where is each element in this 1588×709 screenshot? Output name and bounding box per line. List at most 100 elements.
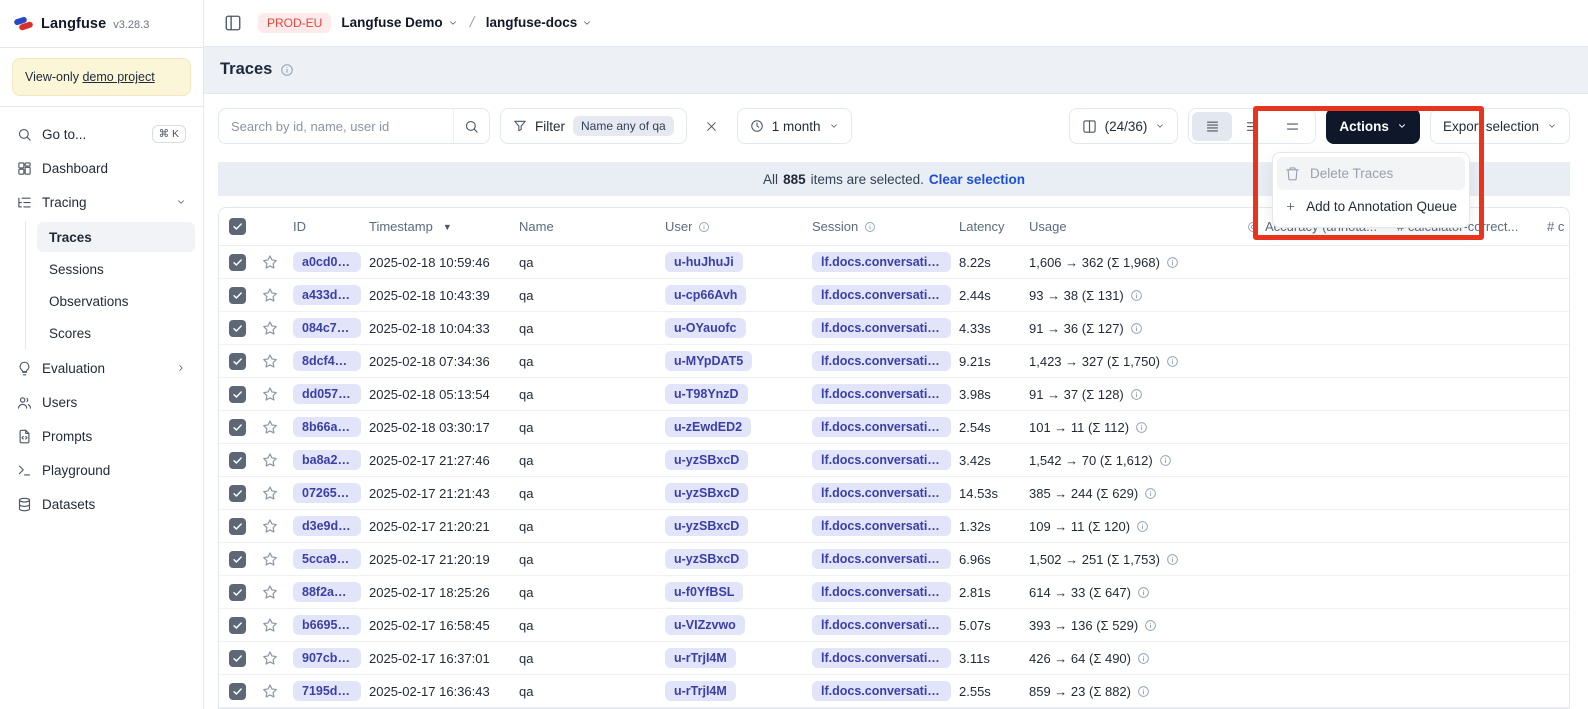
row-checkbox[interactable] (229, 320, 246, 337)
star-icon[interactable] (262, 518, 278, 534)
table-row[interactable]: 8b66a34... 2025-02-18 03:30:17 qa u-zEwd… (219, 411, 1569, 444)
star-icon[interactable] (262, 584, 278, 600)
trace-id-badge[interactable]: 084c739... (293, 318, 361, 338)
header-usage[interactable]: Usage (1025, 219, 1243, 234)
row-checkbox[interactable] (229, 452, 246, 469)
row-star-cell[interactable] (256, 386, 289, 402)
session-badge[interactable]: lf.docs.conversation... (812, 252, 951, 272)
session-badge[interactable]: lf.docs.conversation... (812, 549, 951, 569)
trace-id-badge[interactable]: a0cd0d9... (293, 252, 361, 272)
session-badge[interactable]: lf.docs.conversation... (812, 417, 951, 437)
sidebar-item-sessions[interactable]: Sessions (37, 254, 195, 284)
trace-id-badge[interactable]: a433de51... (293, 285, 361, 305)
row-star-cell[interactable] (256, 353, 289, 369)
trace-id-badge[interactable]: 07265c7a... (293, 483, 361, 503)
sidebar-item-goto[interactable]: Go to... ⌘ K (8, 118, 195, 150)
row-checkbox[interactable] (229, 650, 246, 667)
trace-id-badge[interactable]: ba8a208f... (293, 450, 361, 470)
session-badge[interactable]: lf.docs.conversation... (812, 351, 951, 371)
table-row[interactable]: d3e9d1f2... 2025-02-17 21:20:21 qa u-yzS… (219, 510, 1569, 543)
row-checkbox[interactable] (229, 485, 246, 502)
table-row[interactable]: a433de51... 2025-02-18 10:43:39 qa u-cp6… (219, 279, 1569, 312)
row-star-cell[interactable] (256, 584, 289, 600)
sidebar-item-playground[interactable]: Playground (8, 454, 195, 486)
trace-id-badge[interactable]: dd05753... (293, 384, 361, 404)
trace-id-badge[interactable]: 8b66a34... (293, 417, 361, 437)
row-select-cell[interactable] (219, 518, 256, 535)
row-select-cell[interactable] (219, 485, 256, 502)
session-badge[interactable]: lf.docs.conversation... (812, 384, 951, 404)
table-row[interactable]: dd05753... 2025-02-18 05:13:54 qa u-T98Y… (219, 378, 1569, 411)
row-select-cell[interactable] (219, 254, 256, 271)
row-star-cell[interactable] (256, 320, 289, 336)
org-breadcrumb[interactable]: Langfuse Demo (341, 15, 457, 30)
row-star-cell[interactable] (256, 452, 289, 468)
sidebar-item-datasets[interactable]: Datasets (8, 488, 195, 520)
row-select-cell[interactable] (219, 287, 256, 304)
user-badge[interactable]: u-f0YfBSL (665, 582, 743, 602)
sidebar-item-prompts[interactable]: Prompts (8, 420, 195, 452)
user-badge[interactable]: u-cp66Avh (665, 285, 746, 305)
menu-item-delete-traces[interactable]: Delete Traces (1277, 157, 1465, 190)
row-select-cell[interactable] (219, 320, 256, 337)
row-checkbox[interactable] (229, 386, 246, 403)
table-row[interactable]: 8dcf4574... 2025-02-18 07:34:36 qa u-MYp… (219, 345, 1569, 378)
demo-project-link[interactable]: demo project (82, 70, 154, 84)
user-badge[interactable]: u-huJhuJi (665, 252, 743, 272)
sidebar-item-users[interactable]: Users (8, 386, 195, 418)
session-badge[interactable]: lf.docs.conversation... (812, 450, 951, 470)
row-select-cell[interactable] (219, 386, 256, 403)
star-icon[interactable] (262, 452, 278, 468)
row-star-cell[interactable] (256, 518, 289, 534)
row-checkbox[interactable] (229, 617, 246, 634)
header-user[interactable]: User (661, 219, 808, 234)
star-icon[interactable] (262, 353, 278, 369)
trace-id-badge[interactable]: 907cbf6e... (293, 648, 361, 668)
star-icon[interactable] (262, 551, 278, 567)
row-star-cell[interactable] (256, 551, 289, 567)
clear-selection-link[interactable]: Clear selection (929, 172, 1025, 187)
user-badge[interactable]: u-rTrjI4M (665, 648, 736, 668)
row-star-cell[interactable] (256, 254, 289, 270)
user-badge[interactable]: u-T98YnzD (665, 384, 748, 404)
row-select-cell[interactable] (219, 419, 256, 436)
row-checkbox[interactable] (229, 683, 246, 700)
session-badge[interactable]: lf.docs.conversation... (812, 285, 951, 305)
table-row[interactable]: 88f2a7b0... 2025-02-17 18:25:26 qa u-f0Y… (219, 576, 1569, 609)
trace-id-badge[interactable]: 7195d78e... (293, 681, 361, 701)
session-badge[interactable]: lf.docs.conversation... (812, 582, 951, 602)
table-row[interactable]: ba8a208f... 2025-02-17 21:27:46 qa u-yzS… (219, 444, 1569, 477)
star-icon[interactable] (262, 320, 278, 336)
row-star-cell[interactable] (256, 287, 289, 303)
header-timestamp[interactable]: Timestamp▼ (365, 219, 515, 234)
trace-id-badge[interactable]: b669529... (293, 615, 361, 635)
select-all-cell[interactable] (219, 218, 256, 235)
table-row[interactable]: 5cca9cf2... 2025-02-17 21:20:19 qa u-yzS… (219, 543, 1569, 576)
table-row[interactable]: a0cd0d9... 2025-02-18 10:59:46 qa u-huJh… (219, 246, 1569, 279)
table-row[interactable]: 7195d78e... 2025-02-17 16:36:43 qa u-rTr… (219, 675, 1569, 708)
sidebar-item-evaluation[interactable]: Evaluation (8, 352, 195, 384)
columns-button[interactable]: (24/36) (1069, 108, 1179, 144)
row-checkbox[interactable] (229, 287, 246, 304)
user-badge[interactable]: u-yzSBxcD (665, 450, 748, 470)
filter-button[interactable]: Filter Name any of qa (500, 108, 687, 144)
sidebar-item-traces[interactable]: Traces (37, 222, 195, 252)
user-badge[interactable]: u-yzSBxcD (665, 483, 748, 503)
table-row[interactable]: 07265c7a... 2025-02-17 21:21:43 qa u-yzS… (219, 477, 1569, 510)
row-select-cell[interactable] (219, 353, 256, 370)
star-icon[interactable] (262, 254, 278, 270)
row-height-medium-button[interactable] (1232, 112, 1272, 141)
search-submit-button[interactable] (453, 109, 489, 143)
menu-item-add-to-annotation-queue[interactable]: Add to Annotation Queue (1277, 190, 1465, 223)
sidebar-item-tracing[interactable]: Tracing (8, 186, 195, 218)
clear-filter-button[interactable] (697, 111, 727, 141)
session-badge[interactable]: lf.docs.conversation... (812, 318, 951, 338)
sidebar-item-observations[interactable]: Observations (37, 286, 195, 316)
row-star-cell[interactable] (256, 617, 289, 633)
star-icon[interactable] (262, 650, 278, 666)
export-selection-button[interactable]: Export selection (1430, 108, 1570, 144)
row-checkbox[interactable] (229, 584, 246, 601)
header-name[interactable]: Name (515, 219, 661, 234)
row-height-large-button[interactable] (1272, 112, 1312, 141)
star-icon[interactable] (262, 485, 278, 501)
